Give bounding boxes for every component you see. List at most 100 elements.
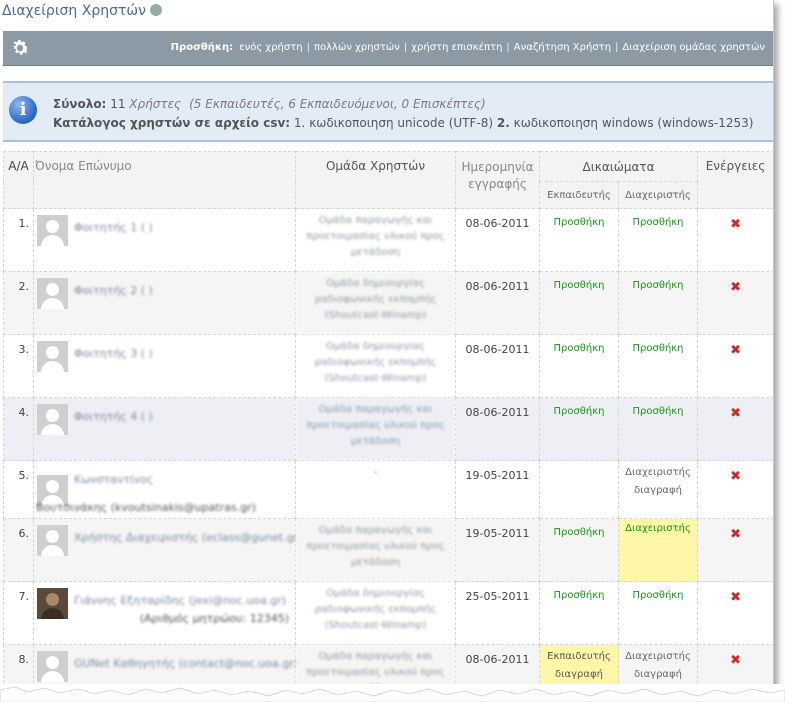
table-row: 3. Φοιτητής 3 ( ) Ομάδα δημιουργίας ραδι…: [3, 334, 773, 398]
user-total: Σύνολο: 11 Χρήστες (5 Εκπαιδευτές, 6 Εκπα…: [53, 97, 486, 111]
header-rights: Δικαιώματα: [538, 151, 699, 182]
users-table: Α/Α Όνομα Επώνυμο Ομάδα Χρηστών Ημερομην…: [3, 151, 773, 690]
add-teacher-link[interactable]: Προσθήκη: [539, 208, 619, 272]
delete-icon[interactable]: ✖: [730, 280, 741, 295]
csv-unicode-link[interactable]: κωδικοποιηση unicode (UTF-8): [309, 116, 493, 130]
admin-cell: Διαχειριστής διαγραφή: [617, 460, 699, 519]
row-number: 6.: [3, 518, 34, 582]
register-date: 08-06-2011: [455, 208, 540, 272]
user-name-link[interactable]: Φοιτητής 4 ( ): [74, 410, 153, 423]
avatar-icon: [37, 278, 68, 309]
delete-icon[interactable]: ✖: [730, 343, 741, 358]
add-single-user-link[interactable]: ενός χρήστη: [239, 42, 302, 53]
user-name-link[interactable]: Χρήστης Διαχειριστής (eclass@gunet.gr): [74, 531, 302, 544]
user-cell: Χρήστης Διαχειριστής (eclass@gunet.gr): [33, 518, 302, 582]
user-name-link[interactable]: Φοιτητής 2 ( ): [74, 284, 153, 297]
csv-windows-link[interactable]: κωδικοποιηση windows (windows-1253): [514, 116, 754, 130]
separator: |: [506, 42, 510, 53]
admin-status: Διαχειριστής: [617, 518, 699, 582]
info-panel: i Σύνολο: 11 Χρήστες (5 Εκπαιδευτές, 6 Εκ…: [3, 81, 773, 142]
row-number: 1.: [3, 208, 34, 272]
delete-icon[interactable]: ✖: [730, 527, 741, 542]
header-group: Ομάδα Χρηστών: [295, 151, 456, 209]
table-row: 2. Φοιτητής 2 ( ) Ομάδα δημιουργίας ραδι…: [3, 271, 773, 335]
delete-icon[interactable]: ✖: [730, 469, 741, 484]
add-admin-link[interactable]: Προσθήκη: [617, 208, 699, 272]
avatar-icon: [37, 525, 68, 556]
remove-admin-link[interactable]: διαγραφή: [620, 666, 696, 684]
page-title: Διαχείριση Χρηστών: [2, 3, 162, 19]
add-admin-link[interactable]: Προσθήκη: [617, 334, 699, 398]
add-teacher-link[interactable]: Προσθήκη: [539, 518, 619, 582]
user-cell: Φοιτητής 3 ( ): [33, 334, 296, 398]
user-name-link[interactable]: Κωνσταντίνος: [74, 473, 153, 486]
separator: |: [306, 42, 310, 53]
row-number: 7.: [3, 581, 34, 645]
toolbar: Προσθήκη: ενός χρήστη | πολλών χρηστών | χρή…: [3, 31, 773, 66]
header-actions: Ενέργειες: [697, 151, 773, 209]
user-cell: Κωνσταντίνος Βουτσινάκης (kvoutsinakis@up…: [33, 460, 296, 519]
register-date: 19-05-2011: [455, 518, 540, 582]
add-teacher-link[interactable]: Προσθήκη: [539, 271, 619, 335]
search-user-link[interactable]: Αναζήτηση Χρήστη: [514, 42, 611, 53]
torn-edge: [0, 684, 785, 702]
user-cell: Γιάννης Εξηταρίδης (jexi@noc.uoa.gr) (Αρι…: [33, 581, 296, 645]
register-date: 19-05-2011: [455, 460, 540, 519]
user-cell: Φοιτητής 4 ( ): [33, 397, 296, 461]
student-id: (Αριθμός μητρώου: 12345): [139, 612, 289, 625]
user-cell: Φοιτητής 2 ( ): [33, 271, 296, 335]
add-teacher-link[interactable]: Προσθήκη: [539, 397, 619, 461]
add-admin-link[interactable]: Προσθήκη: [617, 271, 699, 335]
row-number: 3.: [3, 334, 34, 398]
register-date: 08-06-2011: [455, 334, 540, 398]
user-name-link[interactable]: Φοιτητής 3 ( ): [74, 347, 153, 360]
delete-icon[interactable]: ✖: [730, 217, 741, 232]
user-group: Ομάδα δημιουργίας ραδιοφωνικής εκπομπής …: [295, 334, 456, 398]
add-guest-user-link[interactable]: χρήστη επισκέπτη: [411, 42, 502, 53]
admin-status: Διαχειριστής: [625, 651, 691, 662]
row-number: 4.: [3, 397, 34, 461]
header-admin: Διαχειριστής: [617, 181, 699, 209]
add-teacher-link[interactable]: Προσθήκη: [539, 581, 619, 645]
row-number: 5.: [3, 460, 34, 519]
remove-admin-link[interactable]: διαγραφή: [620, 482, 696, 500]
remove-teacher-link[interactable]: διαγραφή: [541, 666, 617, 684]
delete-icon[interactable]: ✖: [730, 590, 741, 605]
avatar-photo: [37, 588, 68, 619]
delete-icon[interactable]: ✖: [730, 653, 741, 668]
avatar-icon: [37, 215, 68, 246]
add-admin-link[interactable]: Προσθήκη: [617, 581, 699, 645]
user-name-link[interactable]: Γιάννης Εξηταρίδης (jexi@noc.uoa.gr): [74, 594, 286, 607]
header-name[interactable]: Όνομα Επώνυμο: [33, 151, 296, 209]
header-aa: Α/Α: [3, 151, 34, 209]
avatar-icon: [37, 404, 68, 435]
table-row: 6. Χρήστης Διαχειριστής (eclass@gunet.gr…: [3, 518, 773, 582]
manage-user-groups-link[interactable]: Διαχείριση ομάδας χρηστών: [622, 42, 765, 53]
info-icon: i: [9, 96, 37, 124]
admin-status: Διαχειριστής: [625, 467, 691, 478]
user-email: Βουτσινάκης (kvoutsinakis@upatras.gr): [36, 501, 256, 514]
register-date: 08-06-2011: [455, 397, 540, 461]
user-name-link[interactable]: GUNet Καθηγητής (contact@noc.uoa.gr): [74, 657, 298, 670]
header-teacher: Εκπαιδευτής: [539, 181, 619, 209]
user-name-link[interactable]: Φοιτητής 1 ( ): [74, 221, 153, 234]
user-group: Ομάδα δημιουργίας ραδιοφωνικής εκπομπής …: [295, 581, 456, 645]
separator: |: [615, 42, 619, 53]
add-teacher-link[interactable]: Προσθήκη: [539, 334, 619, 398]
user-group: Ομάδα παραγωγής και προετοιμασίας υλικού…: [295, 208, 456, 272]
csv-export: Κατάλογος χρηστών σε αρχείο csv: 1. κωδι…: [53, 116, 754, 130]
window-frame: Διαχείριση Χρηστών Προσθήκη: ενός χρήστη…: [0, 0, 774, 691]
teacher-status: Εκπαιδευτής: [547, 651, 611, 662]
add-label: Προσθήκη:: [170, 42, 234, 53]
table-row: 1. Φοιτητής 1 ( ) Ομάδα παραγωγής και πρ…: [3, 208, 773, 272]
row-number: 2.: [3, 271, 34, 335]
user-group: -: [295, 460, 456, 519]
header-date[interactable]: Ημερομηνία εγγραφής: [455, 151, 540, 209]
table-row: 5. Κωνσταντίνος Βουτσινάκης (kvoutsinakis…: [3, 460, 773, 519]
table-row: 4. Φοιτητής 4 ( ) Ομάδα παραγωγής και πρ…: [3, 397, 773, 461]
add-multiple-users-link[interactable]: πολλών χρηστών: [314, 42, 400, 53]
help-icon[interactable]: [149, 4, 162, 16]
user-cell: Φοιτητής 1 ( ): [33, 208, 296, 272]
add-admin-link[interactable]: Προσθήκη: [617, 397, 699, 461]
delete-icon[interactable]: ✖: [730, 406, 741, 421]
